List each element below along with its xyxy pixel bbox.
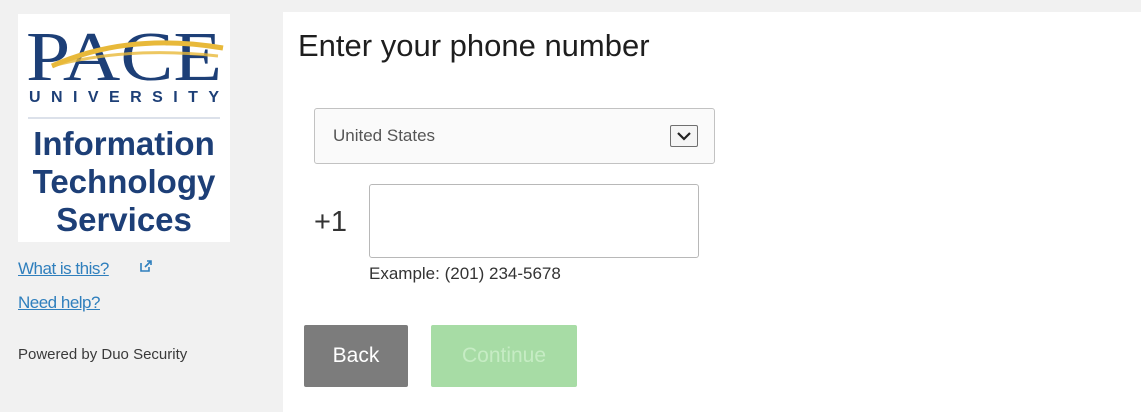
what-is-this-link[interactable]: What is this? [18, 259, 109, 279]
page-title: Enter your phone number [298, 28, 650, 63]
its-line-information: Information [33, 125, 215, 162]
need-help-link[interactable]: Need help? [18, 293, 100, 313]
dropdown-toggle[interactable] [670, 125, 698, 147]
external-link-icon[interactable] [138, 258, 154, 274]
enrollment-panel: Enter your phone number United States +1… [283, 12, 1141, 412]
country-selected-value: United States [333, 126, 436, 145]
country-code-prefix: +1 [314, 206, 348, 238]
powered-by-duo: Powered by Duo Security [18, 346, 188, 363]
pace-university-wordmark: PACE UNIVERSITY [26, 19, 224, 119]
back-button[interactable]: Back [304, 325, 408, 387]
continue-button[interactable]: Continue [431, 325, 577, 387]
its-line-services: Services [56, 201, 192, 238]
pace-university-its-logo: PACE UNIVERSITY Information Technology S… [18, 14, 230, 242]
phone-number-input[interactable] [369, 184, 699, 258]
phone-example-hint: Example: (201) 234-5678 [369, 264, 561, 283]
its-line-technology: Technology [32, 163, 216, 200]
sidebar: PACE UNIVERSITY Information Technology S… [0, 0, 283, 412]
chevron-down-icon [677, 132, 691, 141]
pace-wordmark-text: PACE [26, 19, 222, 96]
country-select[interactable]: United States [314, 108, 715, 164]
